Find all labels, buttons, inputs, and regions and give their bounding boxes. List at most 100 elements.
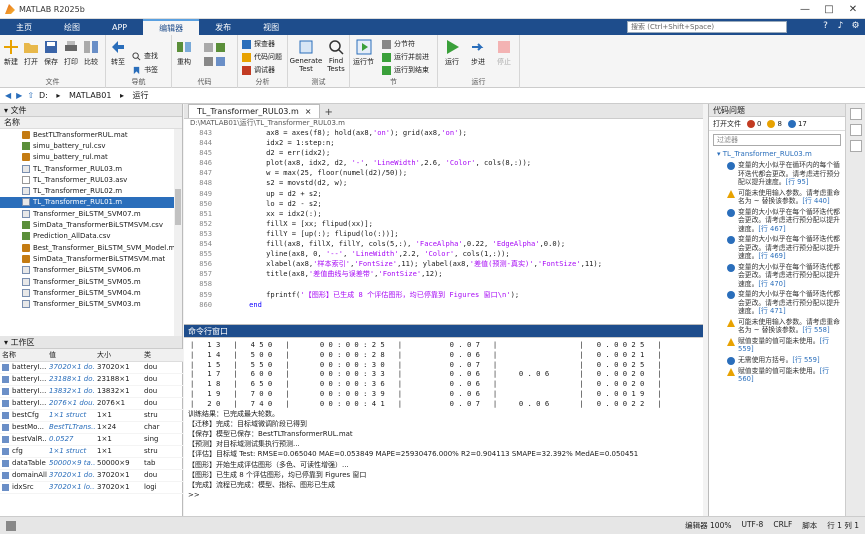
workspace-row[interactable]: idxSrc 37020×1 lo... 37020×1 logi <box>0 481 183 494</box>
code-line[interactable]: 852 fillX = [xx; flipud(xx)]; <box>184 219 703 229</box>
issue-item[interactable]: 变量的大小似乎在每个循环迭代都会更改。请考虑进行预分配以提升速度。[行 470] <box>709 262 845 290</box>
step-button[interactable]: 步进 <box>470 39 486 67</box>
tab-view[interactable]: 视图 <box>247 19 295 35</box>
status-eol[interactable]: CRLF <box>773 520 792 531</box>
new-tab-icon[interactable]: + <box>324 107 332 118</box>
code-line[interactable]: 849 up = d2 + s2; <box>184 189 703 199</box>
file-item[interactable]: SimData_TransformerBiLSTMSVM.mat <box>0 253 182 264</box>
issues-file-node[interactable]: ▾ TL_Transformer_RUL03.m <box>709 149 845 160</box>
issues-scope-dropdown[interactable]: 打开文件 <box>713 119 741 129</box>
breadcrumb-subfolder[interactable]: 运行 <box>133 91 149 100</box>
code-line[interactable]: 855 yline(ax8, 0, '--', 'LineWidth',2.2,… <box>184 249 703 259</box>
issue-line-link[interactable]: [行 559] <box>792 356 819 364</box>
generate-test-button[interactable]: Generate Test <box>290 39 322 73</box>
tab-apps[interactable]: APP <box>96 19 143 35</box>
workspace-row[interactable]: bestMo... BestTLTrans... 1×24 char <box>0 421 183 434</box>
code-line[interactable]: 858 <box>184 279 703 289</box>
search-input[interactable]: 搜索 (Ctrl+Shift+Space) <box>627 21 787 33</box>
workspace-row[interactable]: batteryI... 2076×1 dou... 2076×1 dou <box>0 397 183 410</box>
issue-item[interactable]: 可能未使用输入参数。请考虑重命名为 ~ 替换该参数。[行 440] <box>709 188 845 207</box>
workspace-row[interactable]: cfg 1×1 struct 1×1 stru <box>0 445 183 458</box>
run-to-end-button[interactable]: 运行到结束 <box>382 65 429 75</box>
status-zoom[interactable]: 编辑器 100% <box>685 520 731 531</box>
issues-filter-input[interactable]: 过滤器 <box>713 134 841 146</box>
comment-button[interactable] <box>216 43 228 52</box>
file-item[interactable]: BestTLTransformerRUL.mat <box>0 129 182 140</box>
settings-icon[interactable]: ⚙ <box>850 21 861 32</box>
issue-line-link[interactable]: [行 95] <box>786 178 809 186</box>
workspace-col-value[interactable]: 值 <box>47 349 95 362</box>
command-window[interactable]: 命令行窗口 | 1 3 | 4 5 0 | 0 0 : 0 0 : 2 5 | … <box>184 324 703 516</box>
file-item[interactable]: TL_Transformer_RUL03.m <box>0 163 182 174</box>
sidebar-tool-icon[interactable] <box>849 140 862 152</box>
code-line[interactable]: 846 plot(ax8, idx2, d2, '-', 'LineWidth'… <box>184 158 703 168</box>
code-line[interactable]: 847 w = max(25, floor(numel(d2)/50)); <box>184 168 703 178</box>
maximize-button[interactable]: □ <box>817 0 841 19</box>
bookmark-button[interactable]: 书签 <box>132 65 158 75</box>
section-break-button[interactable]: 分节符 <box>382 39 415 49</box>
indent-button[interactable] <box>204 43 216 52</box>
workspace-row[interactable]: batteryI... 23188×1 do... 23188×1 dou <box>0 373 183 386</box>
back-icon[interactable]: ◀ <box>5 91 11 100</box>
tab-publish[interactable]: 发布 <box>199 19 247 35</box>
issue-line-link[interactable]: [行 440] <box>802 197 829 205</box>
workspace-col-name[interactable]: 名称 <box>0 349 47 362</box>
error-count-badge[interactable]: 0 <box>747 119 761 128</box>
code-line[interactable]: 848 s2 = movstd(d2, w); <box>184 178 703 188</box>
workspace-row[interactable]: domainAll 37020×1 do... 37020×1 dou <box>0 469 183 482</box>
minimize-button[interactable]: — <box>793 0 817 19</box>
code-line[interactable]: 853 fillY = [up(:); flipud(lo(:))]; <box>184 229 703 239</box>
file-item[interactable]: Transformer_BiLSTM_SVM03.m <box>0 298 182 309</box>
file-item[interactable]: Transformer_BiLSTM_SVM06.m <box>0 265 182 276</box>
code-issues-button[interactable]: 代码问题 <box>242 52 282 62</box>
sidebar-tool-icon[interactable] <box>849 108 862 120</box>
issue-line-link[interactable]: [行 467] <box>758 225 785 233</box>
tab-plots[interactable]: 绘图 <box>48 19 96 35</box>
find-button[interactable]: 查找 <box>132 51 158 61</box>
issue-line-link[interactable]: [行 469] <box>758 252 785 260</box>
code-line[interactable]: 857 title(ax8,'差值曲线与误差带','FontSize',12); <box>184 269 703 279</box>
workspace-row[interactable]: bestValR... 0.0527 1×1 sing <box>0 433 183 446</box>
issue-item[interactable]: 赋值变量的值可能未使用。[行 560] <box>709 366 845 385</box>
issue-item[interactable]: 变量的大小似乎在每个循环迭代都会更改。请考虑进行预分配以提升速度。[行 467] <box>709 207 845 235</box>
wrap-button[interactable] <box>204 57 216 66</box>
code-line[interactable]: 843 ax8 = axes(f8); hold(ax8,'on'); grid… <box>184 128 703 138</box>
issue-line-link[interactable]: [行 471] <box>758 307 785 315</box>
close-button[interactable]: ✕ <box>841 0 865 19</box>
stop-button[interactable]: 停止 <box>496 39 512 67</box>
issue-item[interactable]: 无需使用方括号。[行 559] <box>709 355 845 366</box>
tab-close-icon[interactable]: × <box>305 107 312 116</box>
issue-item[interactable]: 变量的大小似乎在循环内的每个循环迭代都会更改。请考虑进行预分配以提升速度。[行 … <box>709 160 845 188</box>
run-advance-button[interactable]: 运行并前进 <box>382 52 429 62</box>
refactor-button[interactable]: 重构 <box>176 39 192 67</box>
file-item[interactable]: SimData_TransformerBiLSTMSVM.csv <box>0 219 182 230</box>
issue-item[interactable]: 赋值变量的值可能未使用。[行 559] <box>709 336 845 355</box>
format-button[interactable] <box>216 57 228 66</box>
help-icon[interactable]: ? <box>820 21 831 32</box>
code-line[interactable]: 860 end <box>184 300 703 310</box>
open-button[interactable]: 打开 <box>23 39 39 67</box>
breadcrumb-folder[interactable]: MATLAB01 <box>69 91 111 100</box>
code-line[interactable]: 856 xlabel(ax8,'样本索引','FontSize',11); yl… <box>184 259 703 269</box>
file-item[interactable]: Transformer_BiLSTM_SVM07.m <box>0 208 182 219</box>
status-encoding[interactable]: UTF-8 <box>741 520 763 531</box>
code-line[interactable]: 854 fill(ax8, fillX, fillY, cols(5,:), '… <box>184 239 703 249</box>
run-section-button[interactable]: 运行节 <box>353 39 374 67</box>
code-area[interactable]: 843 ax8 = axes(f8); hold(ax8,'on'); grid… <box>184 128 703 324</box>
editor-tab[interactable]: TL_Transformer_RUL03.m × <box>188 104 321 118</box>
scrollbar-thumb[interactable] <box>175 189 181 225</box>
up-icon[interactable]: ⇧ <box>27 91 34 100</box>
file-item[interactable]: TL_Transformer_RUL01.m <box>0 196 182 209</box>
code-line[interactable]: 845 d2 = err(idx2); <box>184 148 703 158</box>
issue-line-link[interactable]: [行 558] <box>802 326 829 334</box>
file-item[interactable]: TL_Transformer_RUL03.asv <box>0 174 182 185</box>
compare-button[interactable]: 比较 <box>83 39 99 67</box>
tab-home[interactable]: 主页 <box>0 19 48 35</box>
file-item[interactable]: Best_Transformer_BiLSTM_SVM_Model.mat <box>0 242 182 253</box>
workspace-row[interactable]: batteryI... 37020×1 do... 37020×1 dou <box>0 361 183 374</box>
info-count-badge[interactable]: 17 <box>787 119 807 128</box>
workspace-row[interactable]: dataTable 50000×9 ta... 50000×9 tab <box>0 457 183 470</box>
warning-count-badge[interactable]: 8 <box>767 119 782 128</box>
print-button[interactable]: 打印 <box>63 39 79 67</box>
debugger-button[interactable]: 调试器 <box>242 65 275 75</box>
